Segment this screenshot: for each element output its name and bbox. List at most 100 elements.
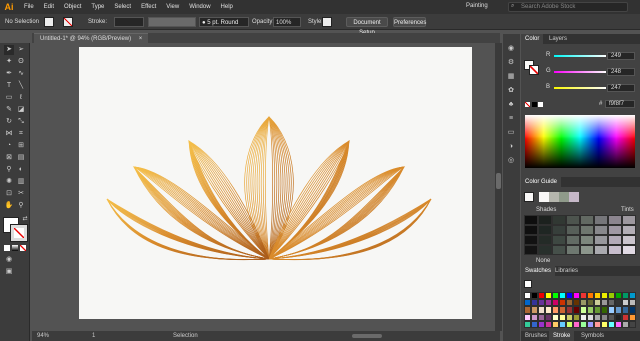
swatch[interactable] <box>573 292 580 300</box>
swatch[interactable] <box>587 306 594 314</box>
eraser-icon[interactable]: ◪ <box>16 105 26 115</box>
tab-stroke[interactable]: Stroke <box>549 331 575 341</box>
tab-libraries[interactable]: Libraries <box>551 266 582 276</box>
swatch[interactable] <box>601 299 608 307</box>
swap-colors-icon[interactable]: ⇄ <box>20 214 30 224</box>
fill-swatch[interactable] <box>44 17 54 27</box>
b-slider[interactable] <box>554 87 606 89</box>
g-value-field[interactable]: 248 <box>607 68 635 76</box>
zoom-tool-icon[interactable]: ⚲ <box>16 201 26 211</box>
color-guide-grid[interactable] <box>524 215 636 255</box>
artboard-nav[interactable]: 1 <box>92 333 95 339</box>
menu-window[interactable]: Window <box>184 4 215 10</box>
line-tool-icon[interactable]: ╲ <box>16 81 26 91</box>
swatch[interactable] <box>594 313 601 321</box>
curvature-tool-icon[interactable]: ∿ <box>16 69 26 79</box>
color-guide-swatch[interactable] <box>552 235 566 245</box>
swatch[interactable] <box>566 306 573 314</box>
draw-normal-icon[interactable]: ◉ <box>4 255 14 265</box>
swatch[interactable] <box>566 313 573 321</box>
tab-symbols[interactable]: Symbols <box>577 331 608 341</box>
swatch[interactable] <box>559 299 566 307</box>
swatch[interactable] <box>587 292 594 300</box>
swatch[interactable] <box>580 320 587 328</box>
scroll-thumb[interactable] <box>496 173 501 189</box>
swatch[interactable] <box>615 313 622 321</box>
tab-layers[interactable]: Layers <box>545 34 571 44</box>
r-value-field[interactable]: 249 <box>607 52 635 60</box>
gradient-panel-icon[interactable]: ▭ <box>506 128 516 138</box>
document-tab[interactable]: Untitled-1* @ 94% (RGB/Preview) × <box>34 33 149 43</box>
swatch[interactable] <box>622 292 629 300</box>
swatch[interactable] <box>594 299 601 307</box>
color-guide-swatch[interactable] <box>552 215 566 225</box>
swatch[interactable] <box>538 299 545 307</box>
horizontal-scrollbar[interactable] <box>352 334 382 338</box>
artboard[interactable] <box>79 47 472 319</box>
tab-color-guide[interactable]: Color Guide <box>521 177 562 187</box>
opacity-field[interactable]: 100% <box>273 17 301 27</box>
swatch[interactable] <box>552 306 559 314</box>
color-guide-swatch[interactable] <box>622 215 636 225</box>
hex-value-field[interactable]: f9f8f7 <box>605 100 635 108</box>
swatch[interactable] <box>545 320 552 328</box>
harmony-rules-bar[interactable] <box>539 192 579 202</box>
rotate-icon[interactable]: ↻ <box>4 117 14 127</box>
color-guide-icon[interactable]: ⚙ <box>506 58 516 68</box>
swatch[interactable] <box>622 320 629 328</box>
swatch[interactable] <box>559 292 566 300</box>
swatch[interactable] <box>545 299 552 307</box>
swatch-fill-indicator[interactable] <box>524 280 532 288</box>
magic-wand-icon[interactable]: ✦ <box>4 57 14 67</box>
swatch[interactable] <box>573 306 580 314</box>
menu-effect[interactable]: Effect <box>136 4 161 10</box>
g-slider[interactable] <box>554 71 606 73</box>
swatch[interactable] <box>524 306 531 314</box>
pencil-icon[interactable]: ✎ <box>4 105 14 115</box>
swatch[interactable] <box>629 320 636 328</box>
swatch[interactable] <box>608 313 615 321</box>
swatch[interactable] <box>559 313 566 321</box>
tab-color[interactable]: Color <box>521 34 544 44</box>
direct-selection-tool-icon[interactable]: ➢ <box>16 45 26 55</box>
color-guide-swatch[interactable] <box>594 215 608 225</box>
swatch[interactable] <box>559 320 566 328</box>
perspective-grid-icon[interactable]: ⊞ <box>16 141 26 151</box>
symbol-sprayer-icon[interactable]: ✺ <box>4 177 14 187</box>
color-guide-swatch[interactable] <box>608 225 622 235</box>
appearance-icon[interactable]: ◎ <box>506 156 516 166</box>
color-guide-swatch[interactable] <box>608 215 622 225</box>
variable-width-profile[interactable] <box>148 17 196 27</box>
hand-tool-icon[interactable]: ✋ <box>4 201 14 211</box>
swatch[interactable] <box>587 320 594 328</box>
color-guide-swatch[interactable] <box>580 225 594 235</box>
swatch[interactable] <box>524 292 531 300</box>
swatch[interactable] <box>615 306 622 314</box>
type-tool-icon[interactable]: T <box>4 81 14 91</box>
swatch[interactable] <box>524 313 531 321</box>
menu-help[interactable]: Help <box>216 4 238 10</box>
swatch[interactable] <box>608 306 615 314</box>
color-spectrum[interactable] <box>525 115 635 168</box>
zoom-level[interactable]: 94% <box>37 333 49 339</box>
swatch[interactable] <box>566 292 573 300</box>
swatch[interactable] <box>573 320 580 328</box>
swatch[interactable] <box>559 306 566 314</box>
color-guide-swatch[interactable] <box>538 235 552 245</box>
close-tab-icon[interactable]: × <box>139 36 143 42</box>
swatch[interactable] <box>622 313 629 321</box>
menu-object[interactable]: Object <box>59 4 86 10</box>
color-guide-swatch[interactable] <box>566 215 580 225</box>
swatches-grid[interactable] <box>524 292 636 328</box>
swatch[interactable] <box>580 306 587 314</box>
swatch[interactable] <box>538 306 545 314</box>
swatch[interactable] <box>538 313 545 321</box>
menu-edit[interactable]: Edit <box>39 4 59 10</box>
swatch[interactable] <box>615 299 622 307</box>
slice-tool-icon[interactable]: ✂ <box>16 189 26 199</box>
tab-brushes[interactable]: Brushes <box>521 331 551 341</box>
color-guide-swatch[interactable] <box>594 235 608 245</box>
swatch[interactable] <box>601 313 608 321</box>
swatch[interactable] <box>531 313 538 321</box>
width-tool-icon[interactable]: ⋈ <box>4 129 14 139</box>
